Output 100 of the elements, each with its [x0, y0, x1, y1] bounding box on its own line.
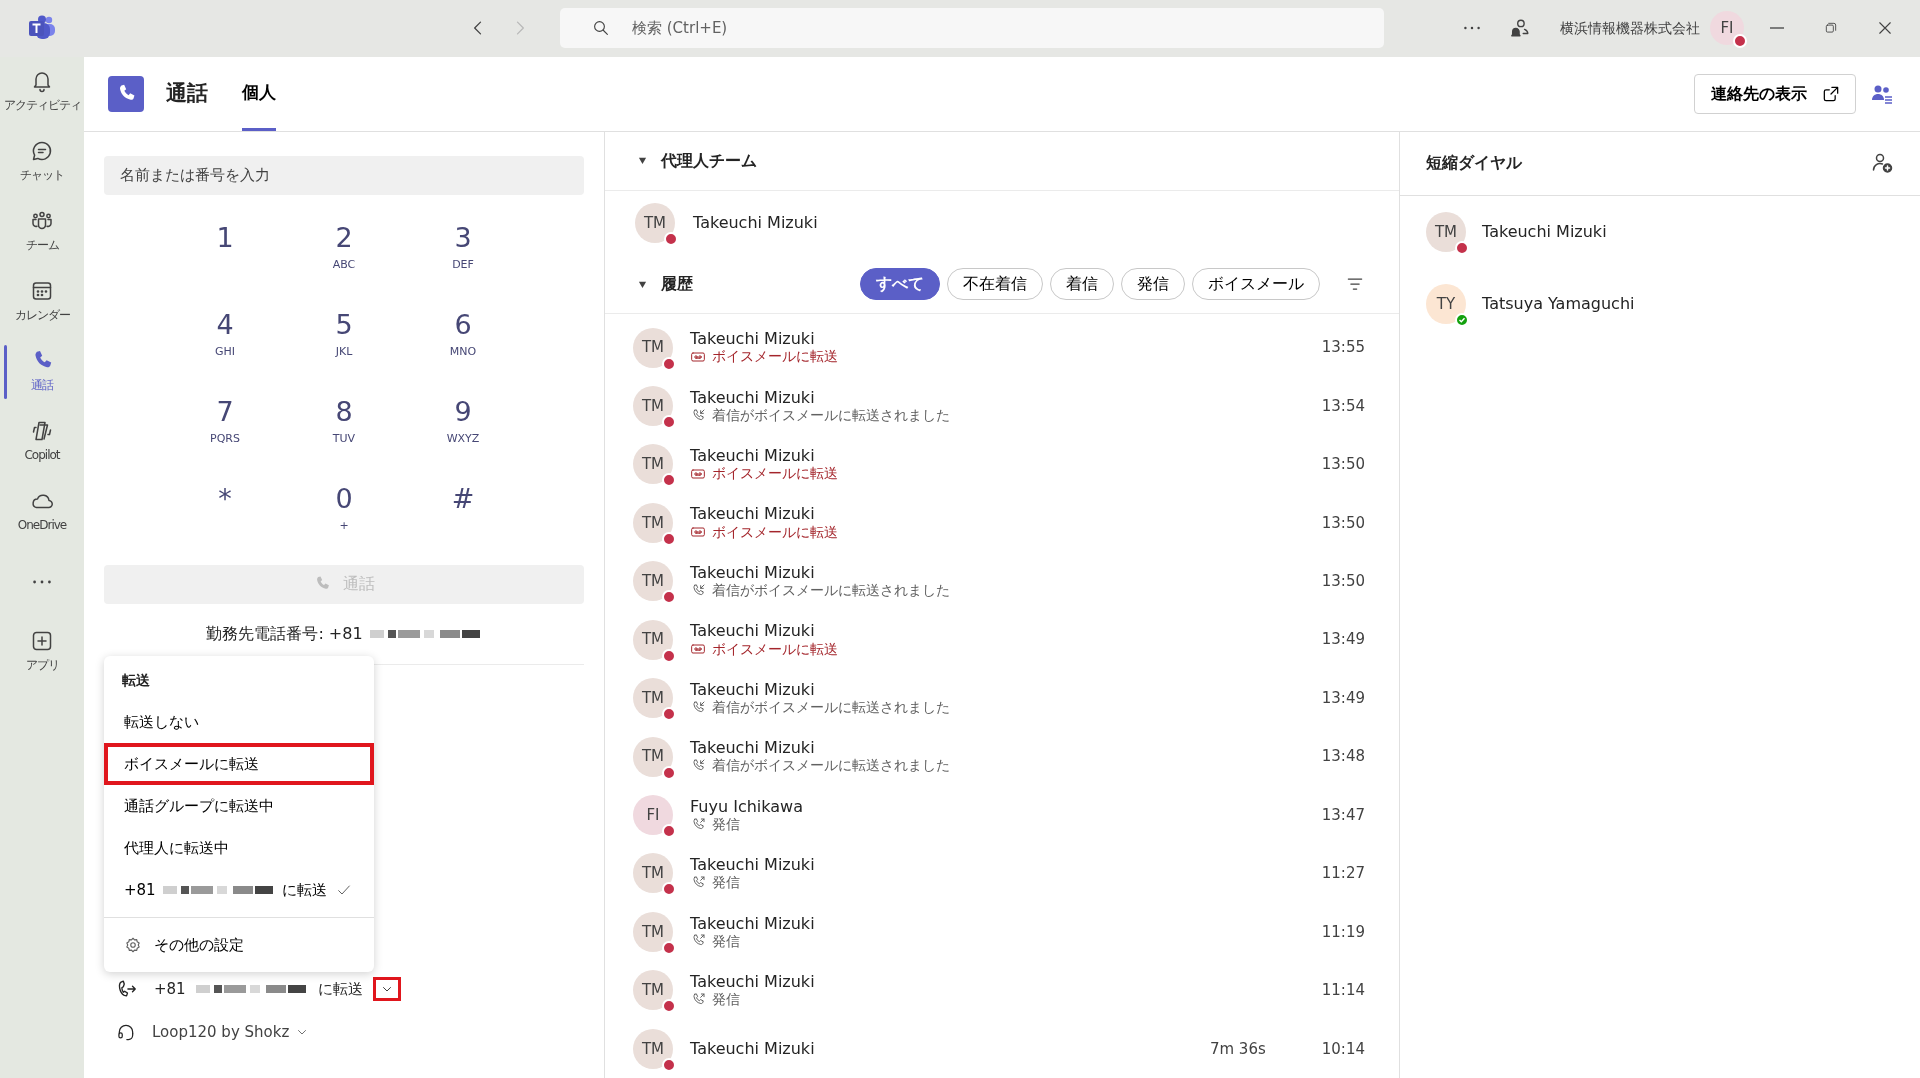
caller-name: Takeuchi Mizuki — [690, 446, 816, 466]
caller-name: Takeuchi Mizuki — [690, 562, 816, 583]
dial-key[interactable]: 7 PQRS — [165, 378, 285, 466]
call-duration: 7m 36s — [1209, 1038, 1266, 1060]
nav-item[interactable]: Copilot — [0, 406, 84, 477]
call-history-row[interactable]: TM Takeuchi Mizuki 着信がボイスメールに転送されました 13:48 — [605, 727, 1399, 786]
call-history-row[interactable]: TM Takeuchi Mizuki ボイスメールに転送 13:55 — [605, 318, 1399, 377]
dial-key[interactable]: * — [165, 465, 285, 553]
dial-key[interactable]: 3 DEF — [403, 204, 523, 292]
speed-dial-contact[interactable]: TM Takeuchi Mizuki — [1400, 195, 1920, 268]
avatar: TM — [633, 561, 673, 602]
menu-item[interactable]: +81 に転送 — [104, 868, 374, 911]
call-time: 13:54 — [1321, 395, 1365, 417]
nav-item[interactable]: チャット — [0, 126, 84, 197]
calls-app-icon — [108, 75, 144, 112]
dial-key[interactable]: # — [403, 465, 523, 553]
menu-item[interactable]: その他の設定 — [104, 923, 374, 966]
menu-item[interactable]: 代理人に転送中 — [104, 826, 374, 869]
dial-key[interactable]: 1 — [165, 204, 285, 292]
caller-name: Takeuchi Mizuki — [690, 738, 816, 758]
dial-key[interactable]: 2 ABC — [284, 204, 404, 292]
organization-name: 横浜情報機器株式会社 — [1560, 18, 1700, 38]
search-field[interactable]: 検索 (Ctrl+E) — [560, 8, 1384, 49]
minimize-icon — [1770, 27, 1784, 30]
view-contacts-button[interactable]: 連絡先の表示 — [1694, 73, 1856, 114]
caller-name: Takeuchi Mizuki — [690, 1039, 815, 1059]
call-history-row[interactable]: TM Takeuchi Mizuki 発信 11:27 — [605, 844, 1399, 903]
nav-item[interactable]: カレンダー — [0, 266, 84, 337]
headset-icon — [116, 1022, 136, 1042]
tab[interactable]: 個人 — [242, 56, 276, 132]
nav-item[interactable]: アプリ — [0, 616, 84, 687]
call-history-row[interactable]: TM Takeuchi Mizuki ボイスメールに転送 13:49 — [605, 610, 1399, 669]
call-detail: ボイスメールに転送 — [712, 640, 838, 659]
dial-key[interactable]: 6 MNO — [403, 291, 523, 379]
dial-key[interactable]: 5 JKL — [284, 291, 404, 379]
device-selector[interactable]: Loop120 by Shokz — [152, 1020, 309, 1044]
call-history-row[interactable]: TM Takeuchi Mizuki ボイスメールに転送 13:50 — [605, 435, 1399, 494]
forward-label: に転送 — [317, 978, 363, 1000]
nav-item[interactable]: アクティビティ — [0, 56, 84, 127]
menu-item[interactable]: 通話グループに転送中 — [104, 784, 374, 827]
filter-chip[interactable]: 着信 — [1050, 268, 1114, 301]
dial-key[interactable]: 0 + — [284, 465, 404, 553]
call-detail: ボイスメールに転送 — [712, 348, 838, 366]
caller-name: Takeuchi Mizuki — [690, 855, 815, 875]
call-history-row[interactable]: TM Takeuchi Mizuki 着信がボイスメールに転送されました 13:50 — [605, 552, 1399, 611]
menu-item[interactable]: 転送しない — [104, 700, 374, 743]
avatar: TM — [633, 970, 673, 1011]
call-time: 11:27 — [1321, 863, 1365, 885]
dial-key[interactable]: 8 TUV — [284, 378, 404, 466]
menu-title: 転送 — [121, 670, 151, 690]
call-history-row[interactable]: FI Fuyu Ichikawa 発信 13:47 — [605, 785, 1399, 845]
nav-item[interactable]: チーム — [0, 196, 84, 267]
page-title: 通話 — [166, 80, 208, 108]
call-time: 13:50 — [1321, 571, 1365, 593]
menu-item[interactable]: ボイスメールに転送 — [104, 742, 374, 785]
call-time: 13:47 — [1321, 804, 1365, 826]
search-field[interactable]: 名前または番号を入力 — [104, 155, 584, 195]
filter-chip[interactable]: ボイスメール — [1192, 268, 1320, 301]
avatar: TY — [1426, 283, 1466, 324]
call-history-row[interactable]: TM Takeuchi Mizuki 発信 11:19 — [605, 902, 1399, 962]
call-detail: 着信がボイスメールに転送されました — [712, 406, 950, 425]
avatar: FI — [1710, 11, 1744, 46]
call-history-row[interactable]: TM Takeuchi Mizuki 着信がボイスメールに転送されました 13:49 — [605, 668, 1399, 728]
voicemail-icon — [690, 466, 706, 482]
more-icon — [1464, 26, 1480, 31]
call-time: 13:50 — [1321, 512, 1365, 534]
avatar: TM — [1426, 211, 1466, 252]
forward-number-prefix: +81 — [154, 978, 186, 1000]
caller-name: Takeuchi Mizuki — [690, 504, 816, 524]
call-time: 13:49 — [1321, 629, 1365, 651]
call-history-row[interactable]: TM Takeuchi Mizuki 発信 11:14 — [605, 961, 1399, 1020]
call-detail: 着信がボイスメールに転送されました — [712, 757, 950, 775]
add-contact-button[interactable] — [1870, 151, 1894, 176]
more-icon — [33, 579, 51, 584]
call-time: 11:14 — [1321, 980, 1365, 1002]
filter-chip[interactable]: すべて — [860, 268, 940, 301]
speed-dial-contact[interactable]: TY Tatsuya Yamaguchi — [1400, 267, 1920, 340]
call-time: 11:19 — [1321, 921, 1365, 943]
call-detail: 発信 — [712, 932, 740, 951]
caller-name: Takeuchi Mizuki — [690, 913, 815, 933]
work-phone-number: 勤務先電話番号: +81 — [206, 622, 363, 645]
call-history-row[interactable]: TM Takeuchi Mizuki 7m 36s 10:14 — [605, 1019, 1399, 1078]
call-history-row[interactable]: TM Takeuchi Mizuki ボイスメールに転送 13:50 — [605, 493, 1399, 553]
call-time: 13:49 — [1321, 687, 1365, 709]
teams-logo[interactable] — [28, 15, 56, 42]
nav-item[interactable]: 通話 — [0, 336, 84, 407]
avatar: TM — [633, 327, 673, 368]
call-time: 13:50 — [1321, 454, 1365, 476]
expanded-triangle-icon — [637, 156, 647, 166]
call-detail: ボイスメールに転送 — [712, 465, 838, 483]
nav-item[interactable]: OneDrive — [0, 476, 84, 547]
avatar: TM — [633, 502, 673, 543]
filter-chip[interactable]: 不在着信 — [947, 268, 1043, 301]
filter-chip[interactable]: 発信 — [1121, 268, 1185, 301]
restore-icon — [1824, 21, 1838, 36]
dial-key[interactable]: 4 GHI — [165, 291, 285, 379]
dropdown-button[interactable] — [372, 977, 401, 1001]
call-history-row[interactable]: TM Takeuchi Mizuki 着信がボイスメールに転送されました 13:54 — [605, 376, 1399, 436]
dial-key[interactable]: 9 WXYZ — [403, 378, 523, 466]
avatar: TM — [633, 678, 673, 719]
